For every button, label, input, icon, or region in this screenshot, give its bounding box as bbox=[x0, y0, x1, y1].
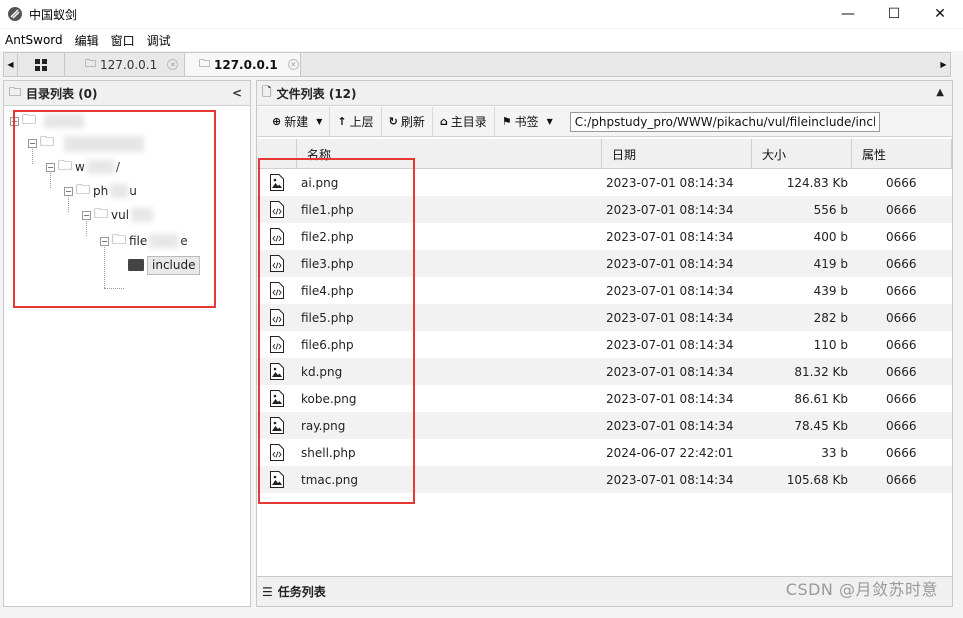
file-toolbar: ⊕ 新建 ▼ ↑ 上层 ↻ 刷新 ⌂ 主目录 ⚑ 书签 ▼ bbox=[257, 106, 952, 137]
file-date: 2023-07-01 08:14:34 bbox=[606, 472, 734, 487]
collapse-left-icon[interactable]: < bbox=[232, 86, 242, 100]
tab-home[interactable] bbox=[17, 53, 65, 76]
menu-debug[interactable]: 调试 bbox=[147, 32, 171, 49]
grid-icon bbox=[35, 58, 47, 71]
bookmark-icon: ⚑ bbox=[501, 115, 512, 128]
directory-panel-header: 🗀 目录列表 (0) < bbox=[4, 81, 250, 106]
directory-panel: 🗀 目录列表 (0) < − 🗀 − 🗀 − 🗀 w / − 🗀 ph u − … bbox=[3, 80, 251, 607]
refresh-button[interactable]: ↻ 刷新 bbox=[382, 106, 433, 137]
home-button[interactable]: ⌂ 主目录 bbox=[433, 106, 495, 137]
file-date: 2023-07-01 08:14:34 bbox=[606, 418, 734, 433]
arrow-up-icon: ↑ bbox=[337, 115, 347, 128]
file-perm: 0666 bbox=[886, 229, 917, 244]
file-panel-header: 🗋 文件列表 (12) ▲ bbox=[257, 81, 952, 106]
app-window: 中国蚁剑 — ☐ ✕ AntSword 编辑 窗口 调试 ◀ 🗀 127.0.0… bbox=[0, 0, 963, 618]
chevron-down-icon: ▼ bbox=[546, 117, 553, 126]
menu-window[interactable]: 窗口 bbox=[111, 32, 135, 49]
file-date: 2023-07-01 08:14:34 bbox=[606, 175, 734, 190]
file-size: 105.68 Kb bbox=[786, 472, 848, 487]
close-window-button[interactable]: ✕ bbox=[917, 0, 963, 28]
file-size: 419 b bbox=[813, 256, 848, 271]
file-perm: 0666 bbox=[886, 283, 917, 298]
file-perm: 0666 bbox=[886, 364, 917, 379]
tab-close-icon[interactable]: ✕ bbox=[167, 59, 179, 70]
path-input[interactable] bbox=[569, 111, 880, 132]
menu-bar: AntSword 编辑 窗口 调试 bbox=[0, 29, 963, 51]
file-perm: 0666 bbox=[886, 391, 917, 406]
home-button-label: 主目录 bbox=[450, 115, 487, 129]
file-date: 2023-07-01 08:14:34 bbox=[606, 256, 734, 271]
tab-host-2-label: 127.0.0.1 bbox=[214, 57, 278, 72]
file-perm: 0666 bbox=[886, 202, 917, 217]
file-date: 2023-07-01 08:14:34 bbox=[606, 337, 734, 352]
menu-edit[interactable]: 编辑 bbox=[75, 32, 99, 49]
minimize-button[interactable]: — bbox=[825, 0, 871, 28]
refresh-icon: ↻ bbox=[388, 115, 398, 128]
file-size: 81.32 Kb bbox=[794, 364, 848, 379]
directory-panel-title: 目录列表 (0) bbox=[26, 86, 98, 101]
tasks-panel-title: 任务列表 bbox=[277, 585, 326, 599]
folder-icon: 🗀 bbox=[9, 84, 22, 99]
file-size: 33 b bbox=[821, 445, 848, 460]
chevron-down-icon: ▼ bbox=[316, 117, 323, 126]
tab-host-1-label: 127.0.0.1 bbox=[100, 57, 158, 72]
antsword-logo-icon bbox=[8, 7, 22, 21]
file-size: 439 b bbox=[813, 283, 848, 298]
refresh-button-label: 刷新 bbox=[400, 115, 425, 129]
file-size: 124.83 Kb bbox=[786, 175, 848, 190]
up-button[interactable]: ↑ 上层 bbox=[330, 106, 382, 137]
file-perm: 0666 bbox=[886, 418, 917, 433]
tab-host-1[interactable]: 🗀 127.0.0.1 ✕ bbox=[65, 53, 185, 76]
plus-circle-icon: ⊕ bbox=[272, 115, 282, 128]
file-perm: 0666 bbox=[886, 310, 917, 325]
column-perm-header[interactable]: 属性 bbox=[852, 139, 952, 169]
directory-tree: − 🗀 − 🗀 − 🗀 w / − 🗀 ph u − 🗀 vul − 🗀 fil… bbox=[4, 106, 250, 596]
file-date: 2023-07-01 08:14:34 bbox=[606, 202, 734, 217]
file-size: 282 b bbox=[813, 310, 848, 325]
tab-bar: ◀ 🗀 127.0.0.1 ✕ 🗀 127.0.0.1 ✕ ▶ bbox=[3, 52, 951, 77]
file-perm: 0666 bbox=[886, 256, 917, 271]
tab-host-2[interactable]: 🗀 127.0.0.1 ✕ bbox=[185, 53, 301, 76]
folder-icon: 🗀 bbox=[199, 57, 210, 70]
file-date: 2024-06-07 22:42:01 bbox=[606, 445, 734, 460]
window-title: 中国蚁剑 bbox=[29, 7, 78, 22]
title-bar: 中国蚁剑 — ☐ ✕ bbox=[0, 0, 963, 28]
highlight-box-tree bbox=[13, 110, 216, 308]
file-size: 556 b bbox=[813, 202, 848, 217]
new-button[interactable]: ⊕ 新建 ▼ bbox=[265, 106, 331, 137]
tab-close-icon[interactable]: ✕ bbox=[287, 59, 299, 70]
file-panel-title: 文件列表 (12) bbox=[276, 86, 357, 101]
menu-antsword[interactable]: AntSword bbox=[5, 33, 63, 47]
file-icon: 🗋 bbox=[262, 84, 272, 99]
column-size-header[interactable]: 大小 bbox=[752, 139, 852, 169]
file-panel: 🗋 文件列表 (12) ▲ ⊕ 新建 ▼ ↑ 上层 ↻ 刷新 ⌂ 主目录 ⚑ 书… bbox=[256, 80, 953, 607]
file-date: 2023-07-01 08:14:34 bbox=[606, 283, 734, 298]
file-size: 86.61 Kb bbox=[794, 391, 848, 406]
file-perm: 0666 bbox=[886, 337, 917, 352]
file-size: 110 b bbox=[813, 337, 848, 352]
new-button-label: 新建 bbox=[284, 115, 309, 129]
home-icon: ⌂ bbox=[439, 115, 448, 128]
file-size: 78.45 Kb bbox=[794, 418, 848, 433]
tab-scroll-left-icon[interactable]: ◀ bbox=[4, 53, 17, 76]
file-size: 400 b bbox=[813, 229, 848, 244]
folder-icon: 🗀 bbox=[85, 57, 96, 70]
bookmark-button[interactable]: ⚑ 书签 ▼ bbox=[495, 107, 560, 137]
up-button-label: 上层 bbox=[349, 115, 374, 129]
column-date-header[interactable]: 日期 bbox=[602, 139, 752, 169]
highlight-box-files bbox=[258, 158, 415, 504]
file-date: 2023-07-01 08:14:34 bbox=[606, 229, 734, 244]
maximize-button[interactable]: ☐ bbox=[871, 0, 917, 28]
file-perm: 0666 bbox=[886, 472, 917, 487]
collapse-up-icon[interactable]: ▲ bbox=[936, 87, 944, 98]
bookmark-button-label: 书签 bbox=[514, 115, 539, 129]
watermark: CSDN @月敛苏时意 bbox=[785, 580, 938, 599]
tab-scroll-right-icon[interactable]: ▶ bbox=[937, 53, 950, 76]
file-perm: 0666 bbox=[886, 175, 917, 190]
list-icon: ☰ bbox=[262, 584, 273, 599]
file-date: 2023-07-01 08:14:34 bbox=[606, 364, 734, 379]
file-perm: 0666 bbox=[886, 445, 917, 460]
file-date: 2023-07-01 08:14:34 bbox=[606, 391, 734, 406]
file-date: 2023-07-01 08:14:34 bbox=[606, 310, 734, 325]
